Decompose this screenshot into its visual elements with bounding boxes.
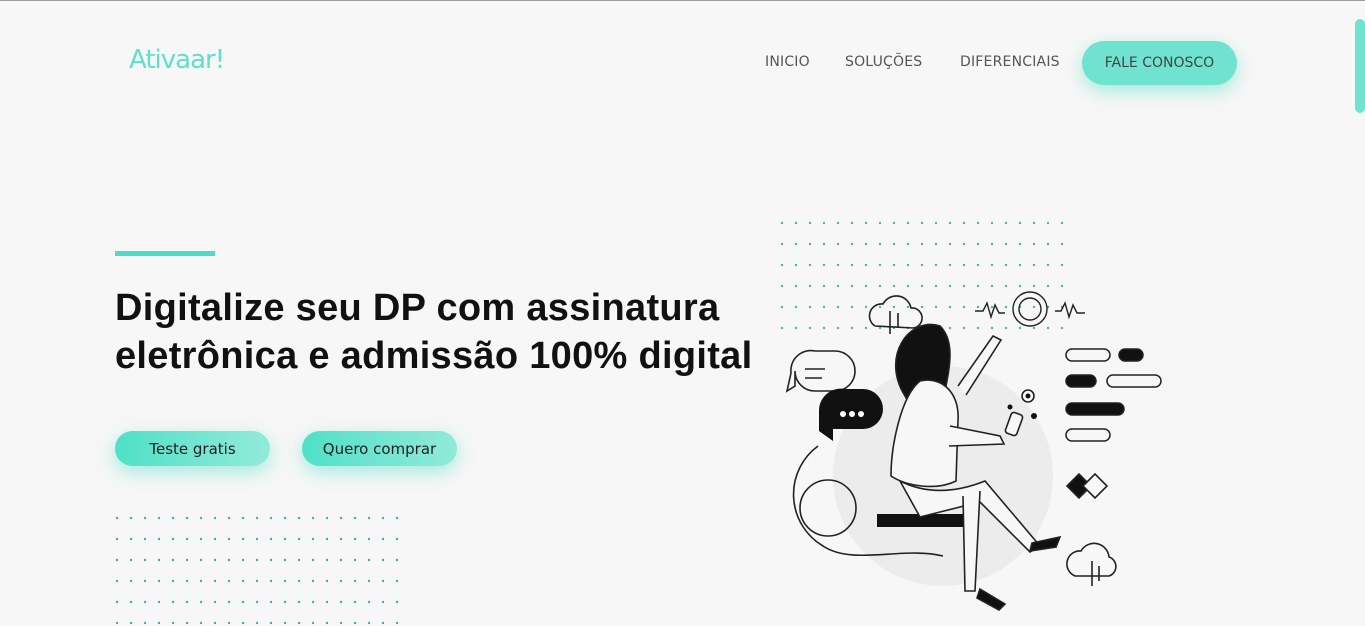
nav-link-solucoes[interactable]: SOLUÇÕES — [845, 54, 922, 70]
cloud-icon — [868, 295, 923, 334]
contact-button[interactable]: FALE CONOSCO — [1082, 41, 1237, 85]
diamond-shapes-icon — [1065, 472, 1109, 500]
top-navigation: INICIO SOLUÇÕES DIFERENCIAIS FALE CONOSC… — [0, 41, 1365, 87]
cloud-icon — [1066, 542, 1117, 586]
scrollbar-thumb[interactable] — [1355, 19, 1365, 113]
hero-headline: Digitalize seu DP com assinatura eletrôn… — [115, 287, 753, 377]
toggle-bars-icon — [1065, 348, 1162, 442]
nav-link-inicio[interactable]: INICIO — [765, 54, 810, 70]
dot-pattern-left — [110, 511, 406, 626]
buy-button[interactable]: Quero comprar — [302, 431, 457, 466]
hero-illustration — [785, 291, 1162, 611]
pulse-wave-icon — [975, 291, 1085, 327]
chat-bubble-icon — [785, 349, 856, 393]
free-trial-button[interactable]: Teste gratis — [115, 431, 270, 466]
headline-accent-line — [115, 251, 215, 256]
nav-link-diferenciais[interactable]: DIFERENCIAIS — [960, 54, 1060, 70]
